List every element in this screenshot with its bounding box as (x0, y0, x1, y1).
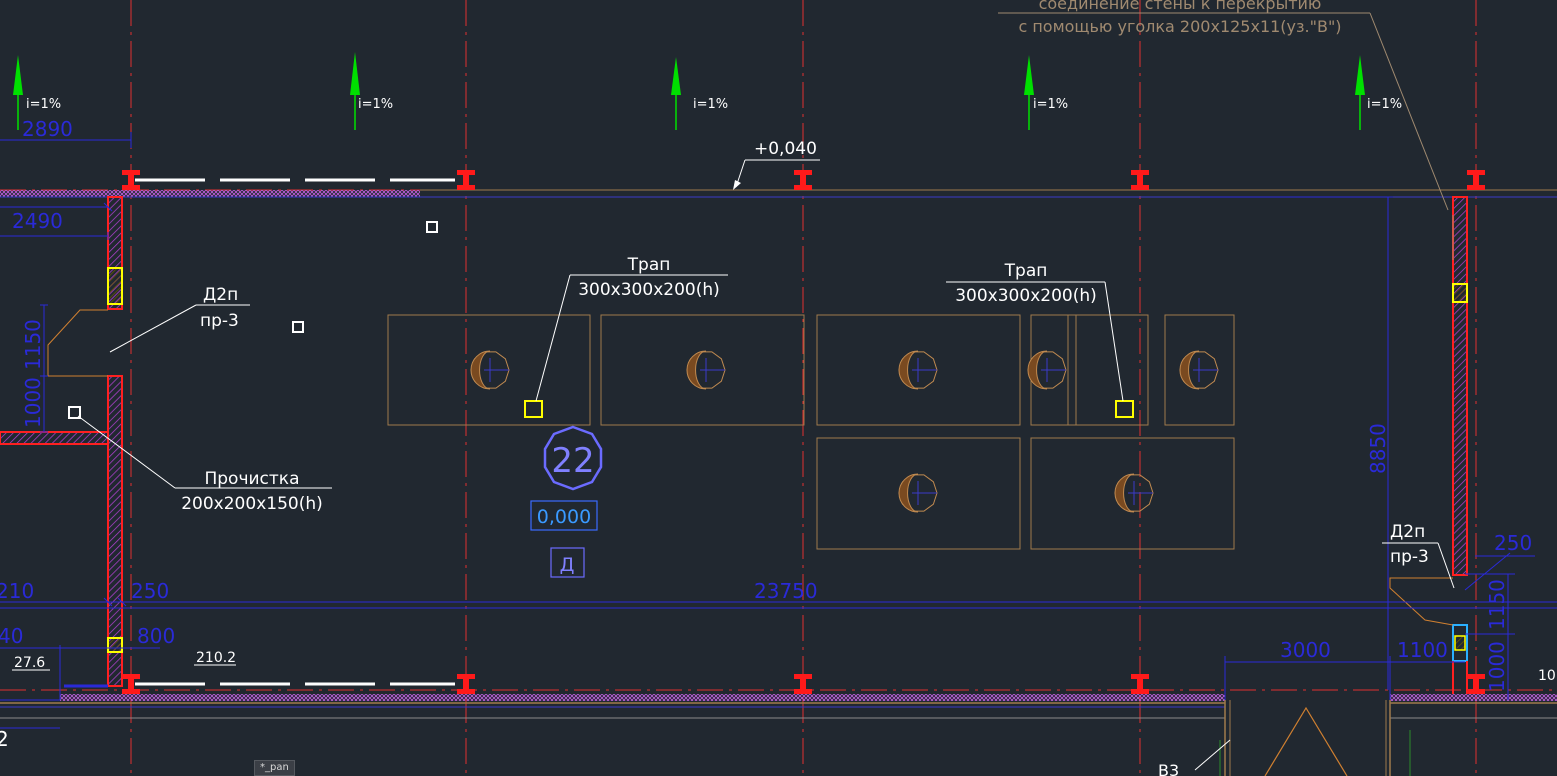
dimension-1150-left: 1150 (21, 319, 45, 370)
top-note-line-2: с помощью уголка 200х125х11(уз."В") (1018, 17, 1341, 36)
right-yellow-insert (1452, 283, 1468, 303)
slope-label: i=1% (26, 97, 61, 112)
trap-1-title: Трап (627, 255, 671, 275)
level-mark-label: +0,040 (754, 139, 817, 159)
left-yellow-insert (107, 267, 123, 305)
left-partition (0, 431, 109, 445)
dimension-210-2: 210.2 (196, 650, 236, 666)
door-right-code: Д2п (1390, 522, 1425, 542)
dimension-210: 210 (0, 579, 34, 603)
section-cut-number: 2 (0, 727, 9, 751)
right-yellow-insert-low (1454, 635, 1466, 651)
dimension-2890: 2890 (22, 117, 73, 141)
gate-label-b3: В3 (1158, 761, 1179, 776)
left-yellow-insert-low (107, 637, 123, 653)
dimension-2490: 2490 (12, 209, 63, 233)
room-number: 22 (551, 441, 594, 481)
dimension-1100: 1100 (1397, 638, 1448, 662)
right-wall-upper (1452, 196, 1468, 576)
dimension-800: 800 (137, 624, 175, 648)
dimension-10: 10 (1538, 668, 1556, 684)
dimension-27-6: 27.6 (14, 655, 45, 671)
command-tooltip: *_pan (254, 760, 295, 776)
dimension-1000-left: 1000 (21, 377, 45, 428)
dimension-23750: 23750 (754, 579, 818, 603)
room-level: 0,000 (537, 506, 591, 528)
slope-label: i=1% (693, 97, 728, 112)
slope-label: i=1% (358, 97, 393, 112)
slope-label: i=1% (1367, 97, 1402, 112)
top-wall-hatch (0, 190, 420, 197)
cleanout-title: Прочистка (204, 469, 299, 489)
cad-drawing-canvas[interactable]: i=1% i=1% i=1% i=1% i=1% соединение стен… (0, 0, 1557, 776)
dimension-1000-right: 1000 (1485, 641, 1509, 692)
door-right-type: пр-3 (1390, 547, 1429, 567)
bottom-wall-hatch (60, 694, 1225, 701)
dimension-40: 40 (0, 624, 23, 648)
dimension-8850: 8850 (1366, 423, 1390, 474)
dimension-250-right: 250 (1494, 531, 1532, 555)
slope-label: i=1% (1033, 97, 1068, 112)
bottom-wall-hatch-right (1390, 694, 1557, 701)
top-note-line-1: соединение стены к перекрытию (1039, 0, 1322, 13)
trap-1-size: 300х300х200(h) (578, 280, 720, 300)
door-left-type: пр-3 (200, 311, 239, 331)
dimension-1150-right: 1150 (1485, 579, 1509, 630)
cleanout-size: 200х200х150(h) (181, 494, 323, 514)
trap-2-size: 300х300х200(h) (955, 286, 1097, 306)
room-category: Д (560, 554, 575, 576)
dimension-3000: 3000 (1280, 638, 1331, 662)
dimension-250-left: 250 (131, 579, 169, 603)
trap-2-title: Трап (1004, 261, 1048, 281)
door-left-code: Д2п (203, 285, 238, 305)
